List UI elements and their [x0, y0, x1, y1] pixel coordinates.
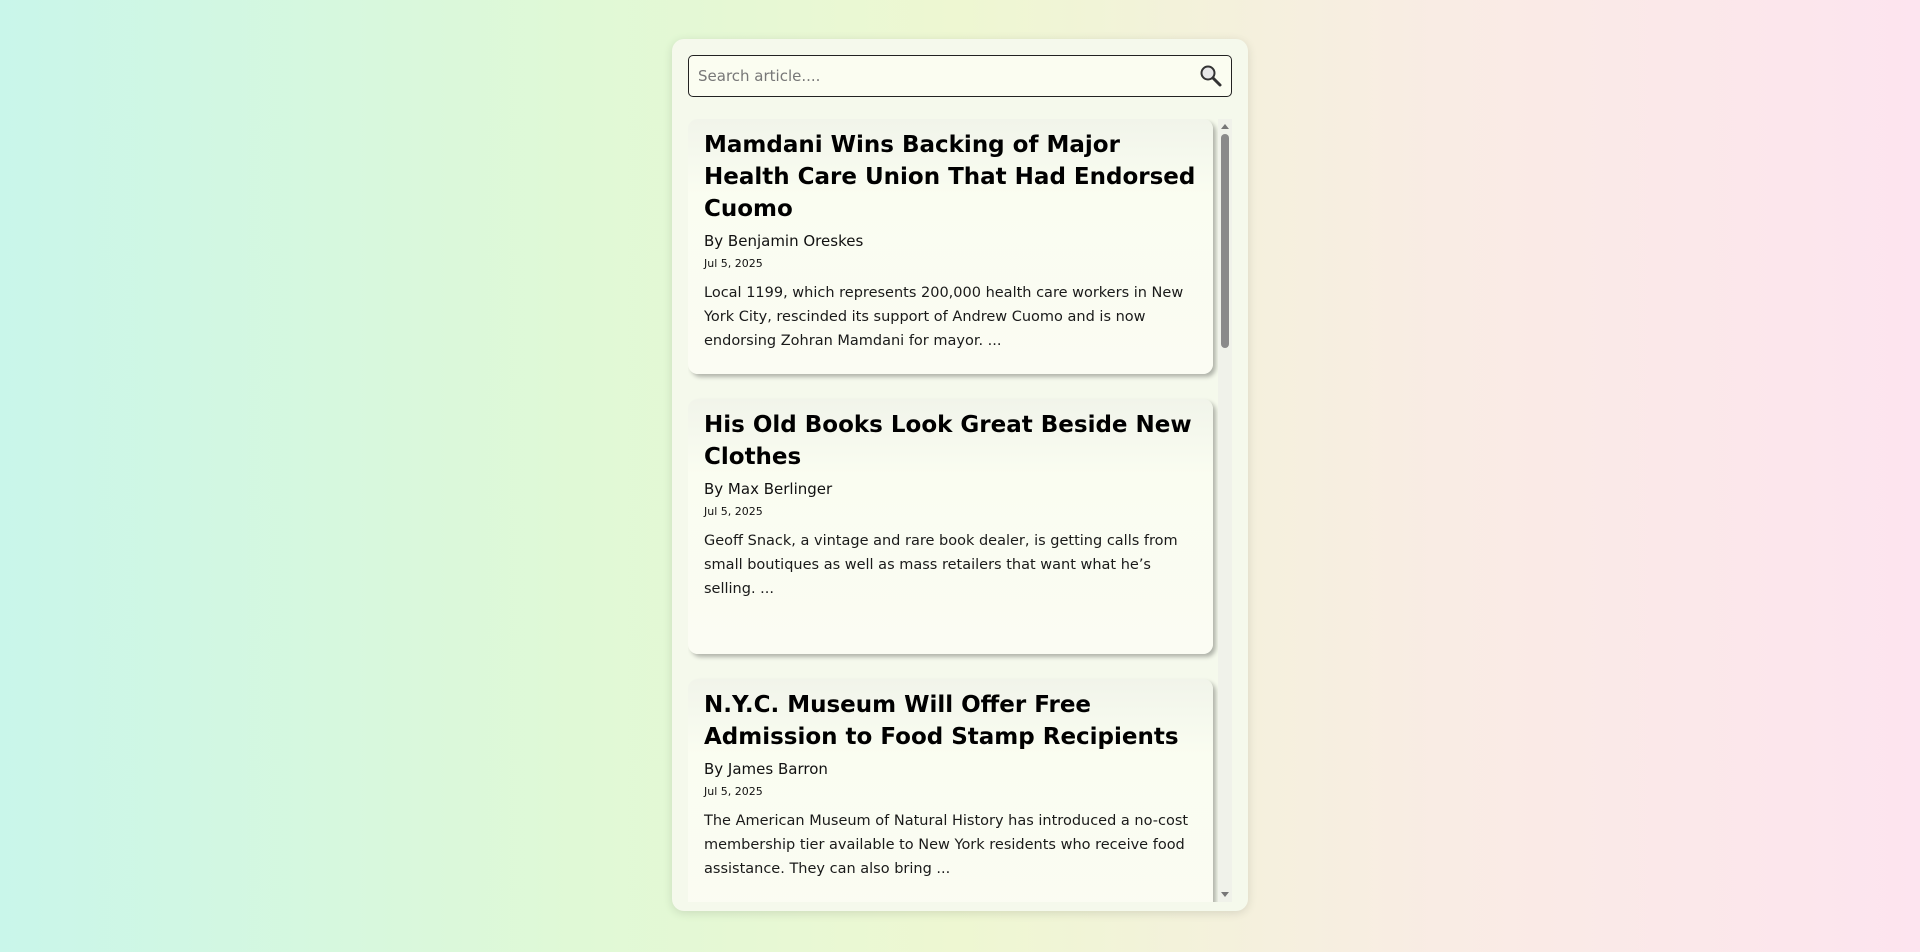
- article-author: By Benjamin Oreskes: [704, 232, 864, 250]
- article-date: Jul 5, 2025: [704, 257, 763, 270]
- scroll-up-arrow-icon[interactable]: [1221, 124, 1229, 129]
- article-date: Jul 5, 2025: [704, 505, 763, 518]
- search-icon[interactable]: [1199, 64, 1223, 88]
- article-summary: Local 1199, which represents 200,000 hea…: [704, 285, 1184, 349]
- article-card[interactable]: Mamdani Wins Backing of Major Health Car…: [688, 119, 1213, 374]
- article-panel: Mamdani Wins Backing of Major Health Car…: [672, 39, 1248, 911]
- article-author: By Max Berlinger: [704, 480, 833, 498]
- search-box: [688, 55, 1232, 97]
- article-author: By James Barron: [704, 760, 828, 778]
- article-card[interactable]: N.Y.C. Museum Will Offer Free Admission …: [688, 679, 1213, 902]
- scrollbar[interactable]: [1218, 119, 1232, 902]
- article-summary: Geoff Snack, a vintage and rare book dea…: [704, 533, 1178, 597]
- article-title[interactable]: Mamdani Wins Backing of Major Health Car…: [704, 129, 1197, 225]
- scroll-down-arrow-icon[interactable]: [1221, 892, 1229, 897]
- scroll-thumb[interactable]: [1221, 134, 1229, 348]
- article-title[interactable]: N.Y.C. Museum Will Offer Free Admission …: [704, 689, 1197, 753]
- article-card[interactable]: His Old Books Look Great Beside New Clot…: [688, 399, 1213, 654]
- article-summary: The American Museum of Natural History h…: [704, 813, 1189, 877]
- search-input[interactable]: [689, 56, 1189, 95]
- article-date: Jul 5, 2025: [704, 785, 763, 798]
- article-list[interactable]: Mamdani Wins Backing of Major Health Car…: [688, 119, 1232, 902]
- article-title[interactable]: His Old Books Look Great Beside New Clot…: [704, 409, 1197, 473]
